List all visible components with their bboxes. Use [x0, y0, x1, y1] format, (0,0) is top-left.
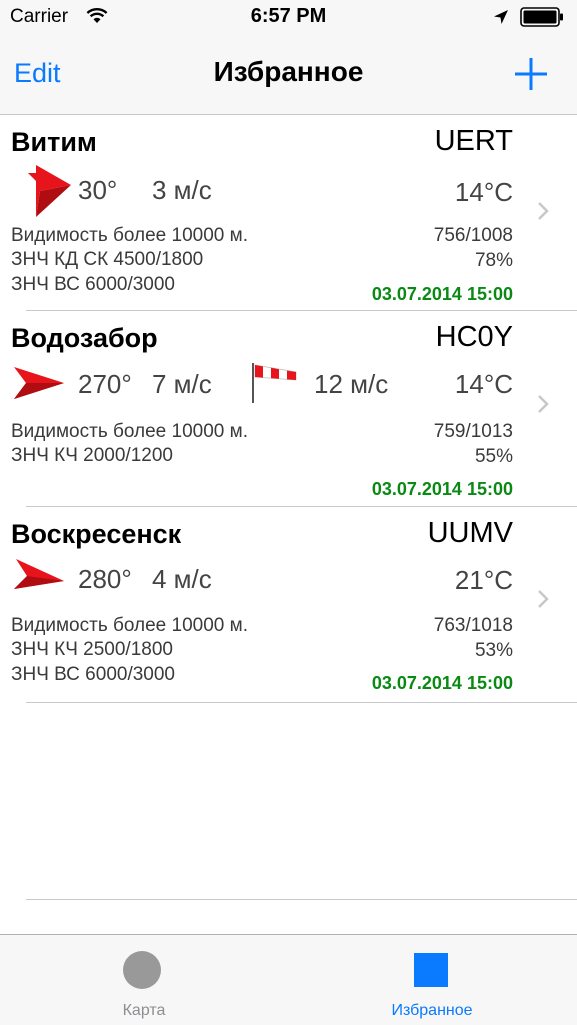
chevron-right-icon [538, 395, 549, 413]
station-name: Воскресенск [11, 519, 182, 549]
wind-arrow-icon [14, 367, 64, 399]
wind-gust: 12 м/с [314, 369, 389, 399]
visibility-line: Видимость более 10000 м. [11, 615, 248, 636]
status-bar: Carrier 6:57 PM [0, 0, 577, 36]
visibility-line: Видимость более 10000 м. [11, 225, 248, 246]
tab-bar: Карта Избранное [0, 934, 577, 1025]
battery-icon [520, 7, 563, 27]
chevron-right-icon [538, 590, 549, 608]
favorites-tab-icon [414, 953, 448, 987]
wind-speed: 4 м/с [152, 564, 212, 594]
tab-label: Карта [122, 1002, 166, 1019]
favorites-list: Витим UERT 30° 3 м/с 14°C Видимость боле… [0, 115, 577, 703]
station-name: Витим [11, 127, 97, 157]
pressure: 763/1018 [433, 615, 513, 636]
wind-arrow-icon [14, 559, 64, 589]
windsock-icon [252, 363, 297, 403]
row-separator [26, 702, 577, 703]
wind-direction: 30° [78, 175, 118, 205]
wind-speed: 7 м/с [152, 369, 212, 399]
cloud-line: ЗНЧ КЧ 2500/1800 [11, 639, 173, 660]
station-code: UERT [434, 125, 513, 157]
temperature: 14°C [454, 177, 513, 207]
wind-arrow-icon [28, 165, 71, 217]
humidity: 55% [474, 446, 513, 467]
observation-date: 03.07.2014 15:00 [371, 284, 513, 304]
location-arrow-icon [494, 10, 508, 24]
station-row-vitim[interactable]: Витим UERT 30° 3 м/с 14°C Видимость боле… [0, 115, 577, 311]
cloud-line: ЗНЧ ВС 6000/3000 [11, 274, 175, 295]
plus-icon[interactable] [513, 56, 549, 92]
station-row-vodozabor[interactable]: Водозабор HC0Y 270° 7 м/с 12 м/с 14°C Ви… [0, 311, 577, 507]
navigation-bar: Edit Избранное [0, 36, 577, 115]
humidity: 53% [474, 640, 513, 661]
station-row-voskresensk[interactable]: Воскресенск UUMV 280° 4 м/с 21°C Видимос… [0, 507, 577, 703]
tab-label: Избранное [391, 1002, 473, 1019]
temperature: 21°C [454, 565, 513, 595]
wind-direction-value: 270° [78, 369, 132, 399]
chevron-right-icon [538, 202, 549, 220]
wind-speed: 3 м/с [152, 175, 212, 205]
wind-direction: 280° [78, 564, 132, 594]
station-name: Водозабор [11, 323, 158, 353]
tab-favorites[interactable]: Избранное [288, 935, 576, 1025]
pressure: 759/1013 [433, 421, 513, 442]
cloud-line: ЗНЧ ВС 6000/3000 [11, 664, 175, 685]
empty-row-separator [26, 899, 577, 900]
station-code: HC0Y [435, 321, 513, 353]
pressure: 756/1008 [433, 225, 513, 246]
observation-date: 03.07.2014 15:00 [371, 479, 513, 499]
cloud-line: ЗНЧ КЧ 2000/1200 [11, 445, 173, 466]
observation-date: 03.07.2014 15:00 [371, 673, 513, 693]
cloud-line: ЗНЧ КД СК 4500/1800 [11, 249, 204, 270]
tab-map[interactable]: Карта [0, 935, 288, 1025]
map-tab-icon [123, 951, 161, 989]
page-title: Избранное [213, 56, 364, 87]
visibility-line: Видимость более 10000 м. [11, 421, 248, 442]
humidity: 78% [474, 250, 513, 271]
station-code: UUMV [427, 517, 513, 549]
clock: 6:57 PM [250, 5, 327, 27]
temperature: 14°C [454, 369, 513, 399]
